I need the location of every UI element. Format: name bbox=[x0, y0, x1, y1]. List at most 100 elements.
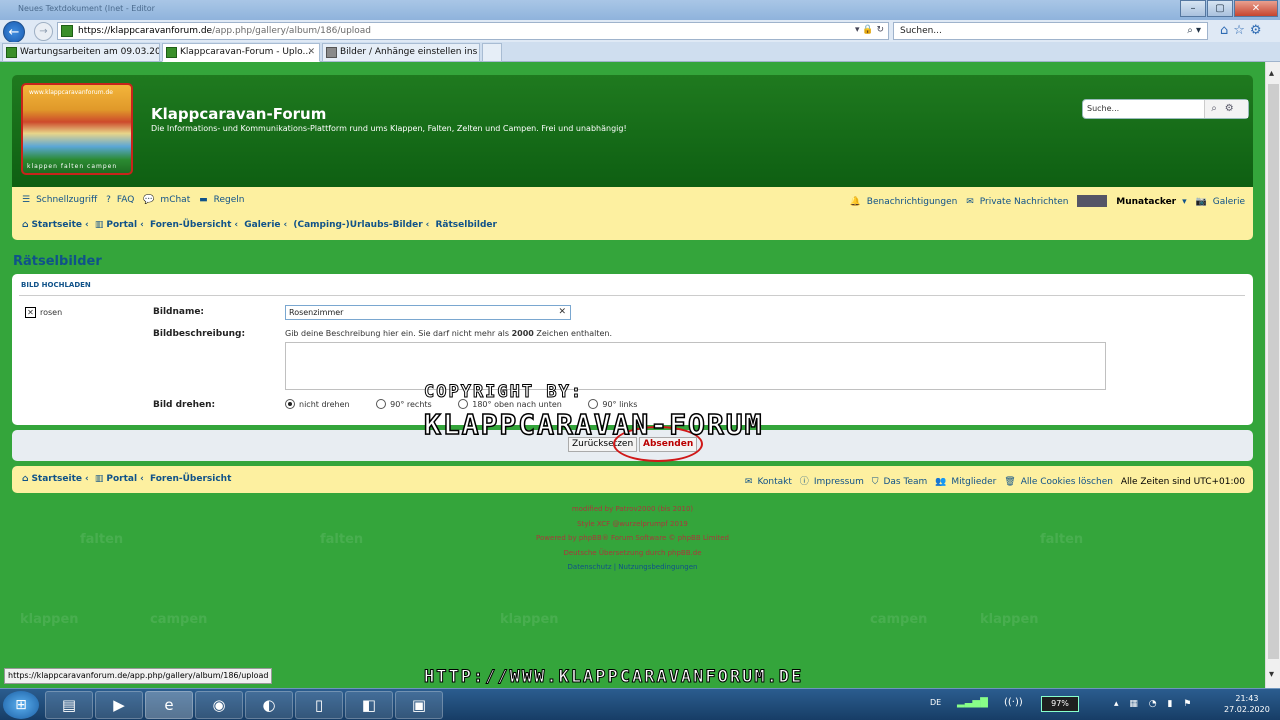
tab-wartungsarbeiten[interactable]: Wartungsarbeiten am 09.03.20... bbox=[2, 43, 160, 62]
forum-search-field[interactable]: Suche... ⌕⚙ bbox=[1082, 99, 1249, 119]
tray-icons[interactable]: ▴ ▦ ◔ ▮ ⚑ bbox=[1114, 699, 1195, 709]
footer-timezone: Alle Zeiten sind UTC+01:00 bbox=[1120, 477, 1245, 487]
crumb-foren-uebersicht[interactable]: Foren-Übersicht bbox=[150, 220, 231, 230]
notepad-taskbar-icon[interactable]: ▯ bbox=[295, 691, 343, 719]
crumb-portal[interactable]: Portal bbox=[106, 220, 137, 230]
footer-mitglieder[interactable]: Mitglieder bbox=[951, 477, 996, 487]
explorer-taskbar-icon[interactable]: ▤ bbox=[45, 691, 93, 719]
scroll-up-icon[interactable]: ▴ bbox=[1269, 68, 1274, 79]
forum-navbar: ☰ Schnellzugriff ? FAQ 💬 mChat ▬ Regeln 🔔 Ben… bbox=[12, 187, 1253, 240]
crumb-raetselbilder[interactable]: Rätselbilder bbox=[436, 220, 497, 230]
outlook-taskbar-icon[interactable]: ◧ bbox=[345, 691, 393, 719]
scroll-thumb[interactable] bbox=[1268, 84, 1279, 659]
camera-icon: 📷 bbox=[1195, 196, 1207, 207]
network-taskbar-icon[interactable]: ▣ bbox=[395, 691, 443, 719]
footer-crumb-foren[interactable]: Foren-Übersicht bbox=[150, 474, 231, 484]
background-watermark: klappen bbox=[500, 612, 559, 627]
avatar[interactable] bbox=[1077, 195, 1108, 207]
nav-private-nachrichten[interactable]: Private Nachrichten bbox=[980, 197, 1069, 207]
radio-nicht-drehen[interactable]: nicht drehen bbox=[285, 399, 362, 409]
tab-favicon-icon bbox=[166, 47, 177, 58]
crumb-galerie[interactable]: Galerie bbox=[244, 220, 280, 230]
start-button[interactable]: ⊞ bbox=[3, 691, 39, 719]
media-player-taskbar-icon[interactable]: ▶ bbox=[95, 691, 143, 719]
site-header: www.klappcaravanforum.de klappen falten … bbox=[12, 75, 1253, 187]
forward-button[interactable]: → bbox=[34, 22, 53, 41]
nav-galerie[interactable]: Galerie bbox=[1213, 197, 1245, 207]
clear-icon[interactable]: ✕ bbox=[558, 307, 566, 317]
window-titlebar: Neues Textdokument (Inet - Editor – ▢ ✕ bbox=[0, 0, 1280, 20]
crumb-urlaubs-bilder[interactable]: (Camping-)Urlaubs-Bilder bbox=[293, 220, 422, 230]
upload-panel: BILD HOCHLADEN ✕ rosen Bildname: Rosenzim… bbox=[12, 274, 1253, 425]
inbox-icon: ✉ bbox=[966, 196, 974, 207]
image-name-value: Rosenzimmer bbox=[289, 308, 344, 317]
close-window-button[interactable]: ✕ bbox=[1234, 0, 1278, 17]
edge-taskbar-icon[interactable]: ◐ bbox=[245, 691, 293, 719]
site-title[interactable]: Klappcaravan-Forum bbox=[151, 105, 326, 123]
minimize-button[interactable]: – bbox=[1180, 0, 1206, 17]
footer-crumb-startseite[interactable]: Startseite bbox=[31, 474, 82, 484]
footer-credits: modified by Patrov2000 (bis 2010) Style … bbox=[0, 502, 1265, 575]
back-button[interactable]: ← bbox=[3, 21, 25, 43]
home-icon: ⌂ bbox=[22, 220, 29, 230]
nav-username[interactable]: Munatacker bbox=[1116, 197, 1176, 207]
tab-bilder-anhaenge[interactable]: Bilder / Anhänge einstellen ins ... bbox=[322, 43, 480, 62]
footer-navbar: ⌂ Startseite ‹ ▥ Portal ‹ Foren-Übersicht ✉ K… bbox=[12, 466, 1253, 493]
status-bar-url: https://klappcaravanforum.de/app.php/gal… bbox=[4, 668, 273, 684]
footer-impressum[interactable]: Impressum bbox=[814, 477, 864, 487]
site-description: Die Informations- und Kommunikations-Pla… bbox=[151, 124, 627, 133]
search-icon[interactable]: ⌕ ▾ bbox=[1187, 25, 1201, 36]
faq-icon: ? bbox=[106, 195, 111, 205]
page-title[interactable]: Rätselbilder bbox=[13, 254, 102, 269]
info-icon: ⓘ bbox=[799, 477, 809, 487]
battery-indicator[interactable]: 97% bbox=[1041, 696, 1079, 712]
browser-search-placeholder: Suchen... bbox=[900, 26, 942, 36]
footer-cookies-loeschen[interactable]: Alle Cookies löschen bbox=[1021, 477, 1113, 487]
image-name-input[interactable]: Rosenzimmer ✕ bbox=[285, 305, 571, 320]
windows-taskbar: ⊞ ▤ ▶ e ◉ ◐ ▯ ◧ ▣ DE ▂▃▅▇ ((·)) 97% ▴ ▦ … bbox=[0, 688, 1280, 720]
nav-regeln[interactable]: Regeln bbox=[214, 195, 245, 205]
tab-upload[interactable]: Klappcaravan-Forum - Uplo... ✕ bbox=[162, 43, 320, 62]
clock[interactable]: 21:43 27.02.2020 bbox=[1224, 693, 1270, 715]
tab-label: Klappcaravan-Forum - Uplo... bbox=[180, 47, 312, 57]
window-title: Neues Textdokument (Inet - Editor bbox=[18, 4, 155, 13]
chevron-down-icon[interactable]: ▾ bbox=[1182, 197, 1187, 207]
description-textarea[interactable] bbox=[285, 342, 1106, 390]
panel-header: BILD HOCHLADEN bbox=[21, 281, 91, 289]
footer-das-team[interactable]: Das Team bbox=[883, 477, 927, 487]
nav-benachrichtigungen[interactable]: Benachrichtigungen bbox=[867, 197, 958, 207]
url-path: /app.php/gallery/album/186/upload bbox=[212, 26, 372, 36]
site-logo[interactable]: www.klappcaravanforum.de klappen falten … bbox=[21, 83, 133, 175]
scroll-down-icon[interactable]: ▾ bbox=[1269, 669, 1274, 680]
nav-schnellzugriff[interactable]: Schnellzugriff bbox=[36, 195, 97, 205]
background-watermark: campen bbox=[150, 612, 208, 627]
footer-crumb-portal[interactable]: Portal bbox=[106, 474, 137, 484]
clock-time: 21:43 bbox=[1235, 694, 1259, 703]
wifi-icon[interactable]: ((·)) bbox=[1004, 697, 1023, 708]
vertical-scrollbar[interactable]: ▴ ▾ bbox=[1265, 62, 1280, 688]
maximize-button[interactable]: ▢ bbox=[1207, 0, 1233, 17]
shield-icon: ⛉ bbox=[871, 477, 879, 487]
ie-taskbar-icon[interactable]: e bbox=[145, 691, 193, 719]
menu-icon: ☰ bbox=[22, 195, 31, 205]
firefox-taskbar-icon[interactable]: ◉ bbox=[195, 691, 243, 719]
search-and-settings-icons[interactable]: ⌕⚙ bbox=[1204, 100, 1248, 118]
chat-icon: 💬 bbox=[143, 195, 155, 205]
lock-refresh-icons[interactable]: ▾ 🔒 ↻ bbox=[855, 25, 884, 35]
tab-label: Bilder / Anhänge einstellen ins ... bbox=[340, 47, 480, 57]
nav-faq[interactable]: FAQ bbox=[117, 195, 134, 205]
credit-links[interactable]: Datenschutz | Nutzungsbedingungen bbox=[0, 560, 1265, 575]
browser-search-field[interactable]: Suchen... ⌕ ▾ bbox=[893, 22, 1208, 40]
crumb-startseite[interactable]: Startseite bbox=[31, 220, 82, 230]
new-tab-button[interactable] bbox=[482, 43, 502, 62]
language-indicator[interactable]: DE bbox=[930, 698, 941, 707]
address-bar[interactable]: https://klappcaravanforum.de/app.php/gal… bbox=[57, 22, 889, 40]
credit-line: Style XCF @wurzelprumpf 2019 bbox=[577, 519, 688, 528]
tab-close-icon[interactable]: ✕ bbox=[307, 44, 315, 61]
nav-mchat[interactable]: mChat bbox=[160, 195, 190, 205]
logo-words: klappen falten campen bbox=[27, 163, 118, 170]
url-watermark: HTTP://WWW.KLAPPCARAVANFORUM.DE bbox=[423, 667, 804, 688]
home-star-gear-icons[interactable]: ⌂☆⚙ bbox=[1220, 23, 1267, 38]
footer-kontakt[interactable]: Kontakt bbox=[757, 477, 791, 487]
envelope-icon: ✉ bbox=[744, 477, 753, 487]
